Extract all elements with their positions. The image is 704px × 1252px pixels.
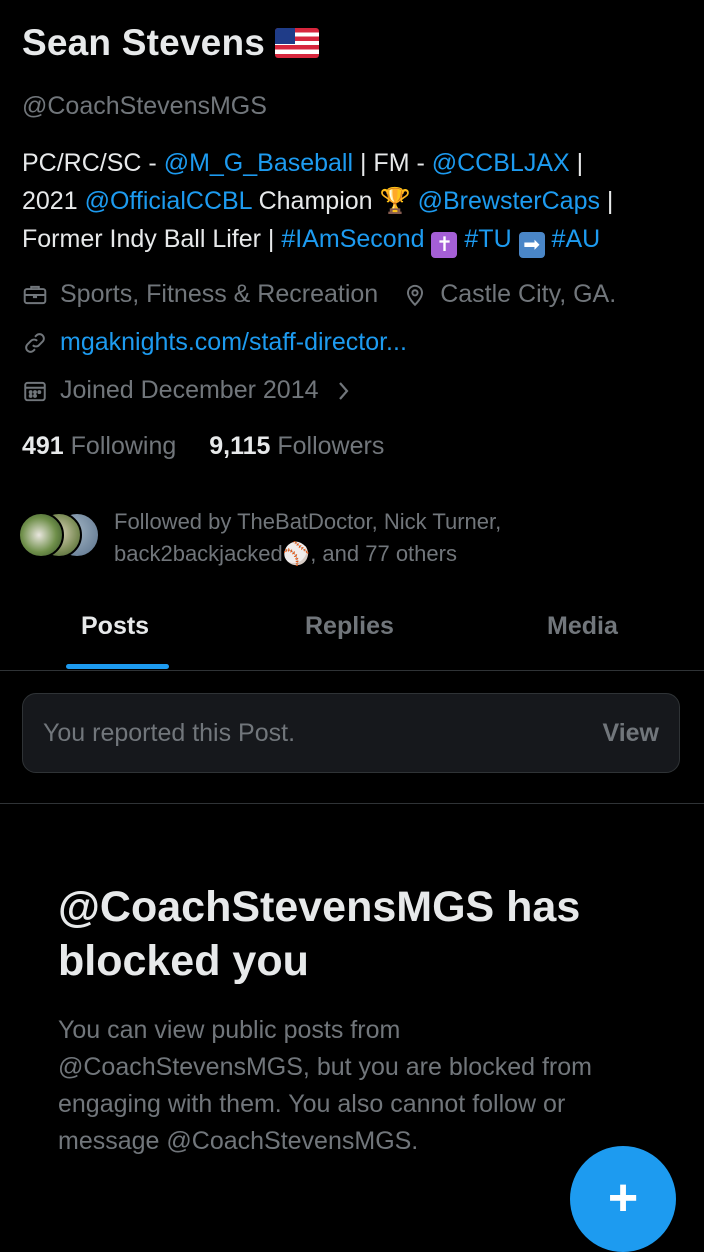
bio-hashtag-au[interactable]: #AU	[545, 225, 601, 253]
followed-by-text[interactable]: Followed by TheBatDoctor, Nick Turner, b…	[114, 506, 674, 570]
calendar-icon	[24, 381, 46, 401]
following-link[interactable]: 491 Following	[22, 432, 176, 460]
profile-name: Sean Stevens	[22, 22, 320, 64]
chevron-right-icon	[338, 381, 348, 400]
latin-cross-icon: ✝	[431, 232, 458, 258]
divider	[0, 803, 704, 804]
followed-by-avatars[interactable]	[18, 512, 108, 558]
active-tab-indicator	[66, 664, 169, 669]
profile-bio: PC/RC/SC - @M_G_Baseball | FM - @CCBLJAX…	[22, 149, 614, 258]
trophy-icon: 🏆	[379, 187, 411, 215]
view-button[interactable]: View	[602, 719, 659, 748]
profile-joined-row[interactable]: Joined December 2014	[22, 376, 353, 405]
plus-icon: +	[607, 1169, 639, 1227]
profile-tabs: Posts Replies Media	[0, 596, 704, 671]
profile-stats: 491 Following 9,115 Followers	[22, 432, 384, 461]
tab-media[interactable]: Media	[547, 612, 618, 641]
compose-post-button[interactable]: +	[570, 1146, 676, 1252]
reported-post-text: You reported this Post.	[43, 719, 296, 747]
profile-location: Castle City, GA.	[440, 280, 617, 308]
profile-category: Sports, Fitness & Recreation	[60, 280, 379, 308]
profile-website-link[interactable]: mgaknights.com/staff-director...	[60, 328, 407, 357]
profile-website-row: mgaknights.com/staff-director...	[22, 328, 407, 357]
profile-joined-date: Joined December 2014	[60, 376, 319, 404]
bio-link-brewstercaps[interactable]: @BrewsterCaps	[411, 187, 600, 215]
profile-handle: @CoachStevensMGS	[22, 92, 267, 120]
link-icon	[25, 332, 45, 353]
bio-hashtag-tu[interactable]: #TU	[457, 225, 511, 253]
blocked-message: You can view public posts from @CoachSte…	[58, 1016, 592, 1155]
bio-link-ccbljax[interactable]: @CCBLJAX	[432, 149, 570, 177]
bio-link-mg-baseball[interactable]: @M_G_Baseball	[164, 149, 353, 177]
bio-hashtag-iamsecond[interactable]: #IAmSecond	[281, 225, 424, 253]
map-pin-icon	[407, 284, 424, 306]
blocked-title: @CoachStevensMGS has blocked you	[58, 883, 581, 985]
baseball-icon: ⚾	[282, 541, 311, 566]
reported-post-notice: You reported this Post. View	[22, 693, 680, 773]
tab-posts[interactable]: Posts	[81, 612, 149, 641]
bio-link-officialccbl[interactable]: @OfficialCCBL	[85, 187, 252, 215]
profile-category-row: Sports, Fitness & Recreation Castle City…	[22, 280, 616, 309]
right-arrow-icon: ➡	[518, 232, 545, 258]
followers-link[interactable]: 9,115 Followers	[209, 432, 384, 460]
us-flag-icon	[275, 28, 320, 58]
avatar	[18, 512, 64, 558]
briefcase-icon	[23, 285, 47, 304]
tab-replies[interactable]: Replies	[305, 612, 394, 641]
